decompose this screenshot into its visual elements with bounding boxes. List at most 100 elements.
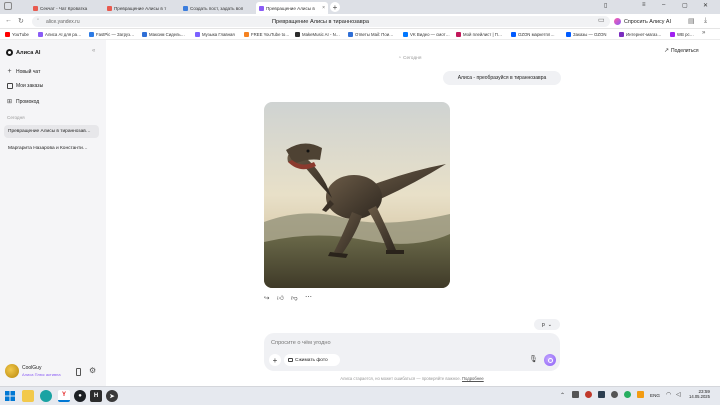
user-profile[interactable]: CoolGuy Алиса Плюс активна bbox=[5, 364, 61, 378]
bookmark-item[interactable]: WB pc… bbox=[670, 31, 696, 38]
user-name: CoolGuy bbox=[22, 365, 42, 371]
browser-tab[interactable]: Превращение Алисы в т bbox=[104, 2, 178, 14]
bookmarks-overflow-icon[interactable]: » bbox=[702, 30, 705, 36]
share-icon: ↗ bbox=[664, 48, 670, 54]
bookmark-item[interactable]: YouTube bbox=[5, 31, 37, 38]
dinosaur-image bbox=[264, 102, 450, 288]
new-tab-button[interactable]: + bbox=[330, 2, 340, 12]
browser-tab[interactable]: Создать пост, задать воп bbox=[180, 2, 254, 14]
bookmark-item[interactable]: Заказы — OZON bbox=[566, 31, 618, 38]
share-message-icon[interactable]: ↪ bbox=[264, 294, 269, 302]
sidebar-brand[interactable]: Алиса AI bbox=[6, 49, 40, 56]
close-window-icon[interactable]: ✕ bbox=[703, 2, 708, 9]
tray-icon[interactable] bbox=[598, 391, 605, 398]
app-icon[interactable]: H bbox=[90, 390, 102, 402]
bookmark-favicon-icon bbox=[295, 32, 300, 37]
bookmark-star-icon[interactable]: ▭ bbox=[598, 16, 605, 24]
chat-item-active[interactable]: Превращение Алисы в тираннозав… bbox=[4, 125, 99, 138]
attach-plus-icon[interactable]: + bbox=[269, 354, 281, 366]
avatar bbox=[5, 364, 19, 378]
bookmark-favicon-icon bbox=[244, 32, 249, 37]
bookmark-label: Максим Сидель… bbox=[149, 32, 185, 37]
windows-start-icon[interactable] bbox=[4, 390, 16, 402]
bookmark-item[interactable]: Мой плейлист | П… bbox=[456, 31, 510, 38]
bookmark-item[interactable]: FastPic — Загруз… bbox=[89, 31, 141, 38]
bookmark-favicon-icon bbox=[348, 32, 353, 37]
tab-label: Секчат - Чат Кроватка bbox=[40, 5, 88, 11]
bookmark-label: MakeMusic AI - N… bbox=[302, 32, 340, 37]
bookmark-item[interactable]: Максим Сидель… bbox=[142, 31, 194, 38]
alice-logo-icon bbox=[614, 18, 621, 25]
extensions-icon[interactable]: ▤ bbox=[688, 17, 695, 25]
share-button[interactable]: ↗ Поделиться bbox=[664, 47, 699, 55]
browser-tab-active[interactable]: Превращение Алисы в × bbox=[256, 2, 328, 14]
scroll-down-chip[interactable]: р ⌄ bbox=[534, 319, 560, 330]
tab-close-icon[interactable]: × bbox=[322, 5, 325, 11]
wifi-icon[interactable]: ◠ bbox=[666, 391, 671, 398]
message-input[interactable] bbox=[271, 338, 541, 348]
bookmark-label: YouTube bbox=[12, 32, 29, 37]
compress-photo-toggle[interactable]: Сжимать фото bbox=[284, 354, 340, 366]
tray-icon[interactable] bbox=[585, 391, 592, 398]
url-field[interactable]: ◦ alice.yandex.ru Превращение Алисы в ти… bbox=[32, 16, 610, 27]
tray-icon[interactable] bbox=[572, 391, 579, 398]
minimize-icon[interactable]: – bbox=[662, 2, 665, 8]
bookmark-label: Музыка Главная bbox=[202, 32, 235, 37]
back-icon[interactable]: ← bbox=[5, 17, 12, 24]
bookmark-item[interactable]: Алиса AI для ра… bbox=[38, 31, 88, 38]
bookmarks-icon[interactable]: ▯ bbox=[604, 2, 607, 9]
device-icon[interactable] bbox=[76, 368, 81, 376]
tray-icon[interactable] bbox=[637, 391, 644, 398]
language-indicator[interactable]: ENG bbox=[650, 393, 660, 398]
github-icon[interactable]: ● bbox=[74, 390, 86, 402]
tray-icon[interactable] bbox=[611, 391, 618, 398]
bookmark-item[interactable]: VK Видео — смот… bbox=[403, 31, 455, 38]
tab-favicon-icon bbox=[183, 5, 188, 11]
generated-image[interactable] bbox=[264, 102, 450, 288]
tab-label: Создать пост, задать воп bbox=[190, 5, 244, 11]
dislike-icon[interactable]: 👎︎ bbox=[291, 294, 298, 302]
edge-icon[interactable] bbox=[40, 390, 52, 402]
browser-tab-strip: Секчат - Чат Кроватка Превращение Алисы … bbox=[0, 0, 720, 14]
sidebar-item-label: Новый чат bbox=[16, 68, 41, 75]
like-icon[interactable]: 👍︎ bbox=[277, 294, 284, 302]
tab-strip-menu-icon[interactable] bbox=[4, 2, 12, 10]
chat-area: ↗ Поделиться ◔ Сегодня Алиса - преобразу… bbox=[106, 40, 720, 386]
alice-voice-button[interactable] bbox=[544, 354, 556, 366]
tray-icon[interactable] bbox=[624, 391, 631, 398]
sidebar-item-new-chat[interactable]: + Новый чат bbox=[6, 68, 40, 75]
microphone-icon[interactable]: 🎙︎ bbox=[529, 355, 538, 363]
bookmark-item[interactable]: MakeMusic AI - N… bbox=[295, 31, 347, 38]
share-label: Поделиться bbox=[671, 47, 699, 54]
reload-icon[interactable]: ↻ bbox=[18, 17, 24, 25]
tray-icon[interactable]: ⌃ bbox=[560, 392, 565, 399]
telegram-icon[interactable]: ➤ bbox=[106, 390, 118, 402]
image-icon bbox=[288, 358, 293, 362]
more-options-icon[interactable]: ⋯ bbox=[305, 293, 312, 301]
maximize-icon[interactable]: ▢ bbox=[682, 2, 688, 9]
section-heading-today: Сегодня bbox=[7, 115, 25, 120]
menu-icon[interactable]: ≡ bbox=[642, 2, 646, 8]
file-explorer-icon[interactable] bbox=[22, 390, 34, 402]
download-icon[interactable]: ⤓ bbox=[704, 17, 707, 25]
yandex-browser-icon[interactable]: Y bbox=[58, 390, 70, 402]
browser-tab[interactable]: Секчат - Чат Кроватка bbox=[30, 2, 102, 14]
bookmark-favicon-icon bbox=[511, 32, 516, 37]
bookmark-item[interactable]: Интернет-магаз… bbox=[619, 31, 669, 38]
bookmark-item[interactable]: FREE YouTube to… bbox=[244, 31, 294, 38]
sidebar-item-orders[interactable]: Мои заказы bbox=[6, 83, 43, 89]
collapse-sidebar-icon[interactable]: « bbox=[92, 48, 95, 54]
disclaimer-link[interactable]: Подробнее bbox=[462, 376, 484, 381]
sidebar-item-promo[interactable]: ⊞ Промокод bbox=[6, 98, 39, 106]
chat-item[interactable]: Маргарита Назарова и Константи… bbox=[4, 142, 99, 155]
volume-icon[interactable]: ◁ bbox=[676, 391, 681, 398]
date-divider: ◔ Сегодня bbox=[398, 55, 421, 61]
ask-alice-button[interactable]: Спросить Алису AI bbox=[614, 16, 680, 27]
bookmark-favicon-icon bbox=[403, 32, 408, 37]
clock[interactable]: 23:59 14.05.2025 bbox=[689, 389, 710, 399]
bookmark-item[interactable]: Ответы Mail: Пои… bbox=[348, 31, 402, 38]
bookmark-favicon-icon bbox=[5, 32, 10, 37]
settings-gear-icon[interactable]: ⚙ bbox=[89, 366, 96, 375]
bookmark-item[interactable]: OZON маркетпл… bbox=[511, 31, 565, 38]
bookmark-item[interactable]: Музыка Главная bbox=[195, 31, 243, 38]
